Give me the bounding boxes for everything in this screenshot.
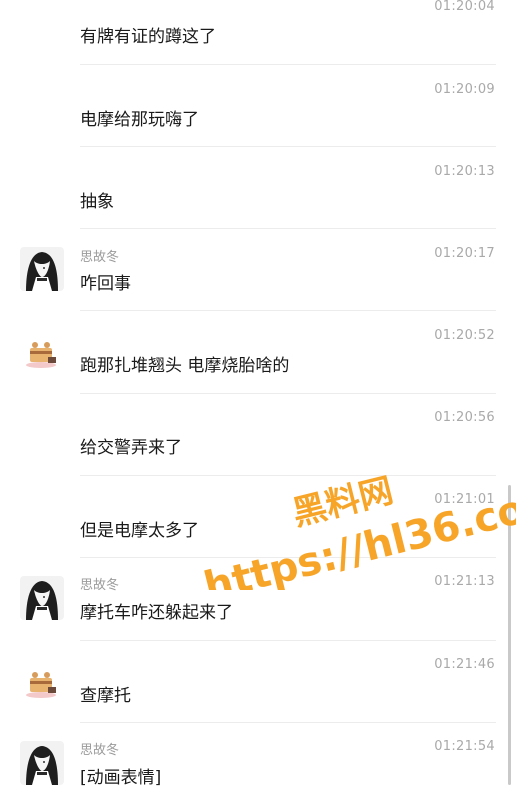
message-text: 查摩托 <box>80 686 131 706</box>
avatar[interactable] <box>20 331 64 375</box>
divider <box>80 64 496 65</box>
message-time: 01:21:54 <box>434 739 495 754</box>
message-text: 有牌有证的蹲这了 <box>80 27 216 47</box>
watermark: 黑料网 https://hl36.co <box>200 471 516 590</box>
divider <box>80 557 496 558</box>
sender-name: 思故冬 <box>80 250 120 265</box>
chat-history: 01:20:04 有牌有证的蹲这了 01:20:09 电摩给那玩嗨了 01:20… <box>0 0 516 800</box>
divider <box>80 146 496 147</box>
message-text: 但是电摩太多了 <box>80 521 199 541</box>
message-time: 01:20:04 <box>434 0 495 14</box>
message-time: 01:20:56 <box>434 410 495 425</box>
scrollbar[interactable] <box>508 485 511 785</box>
message-time: 01:21:01 <box>434 492 495 507</box>
avatar[interactable] <box>20 247 64 291</box>
divider <box>80 640 496 641</box>
divider <box>80 393 496 394</box>
message-time: 01:21:13 <box>434 574 495 589</box>
divider <box>80 475 496 476</box>
message-text: 跑那扎堆翘头 电摩烧胎啥的 <box>80 356 290 376</box>
message-text: [动画表情] <box>80 768 162 788</box>
divider <box>80 228 496 229</box>
message-text: 摩托车咋还躲起来了 <box>80 603 233 623</box>
avatar[interactable] <box>20 661 64 705</box>
sender-name: 思故冬 <box>80 743 120 758</box>
message-time: 01:20:52 <box>434 328 495 343</box>
watermark-title: 黑料网 <box>288 471 397 534</box>
message-text: 抽象 <box>80 192 114 212</box>
message-time: 01:21:46 <box>434 657 495 672</box>
message-text: 咋回事 <box>80 274 131 294</box>
sender-name: 思故冬 <box>80 578 120 593</box>
divider <box>80 310 496 311</box>
divider <box>80 722 496 723</box>
avatar[interactable] <box>20 576 64 620</box>
message-text: 给交警弄来了 <box>80 438 182 458</box>
message-time: 01:20:17 <box>434 246 495 261</box>
message-text: 电摩给那玩嗨了 <box>80 110 199 130</box>
message-time: 01:20:09 <box>434 82 495 97</box>
message-time: 01:20:13 <box>434 164 495 179</box>
avatar[interactable] <box>20 741 64 785</box>
